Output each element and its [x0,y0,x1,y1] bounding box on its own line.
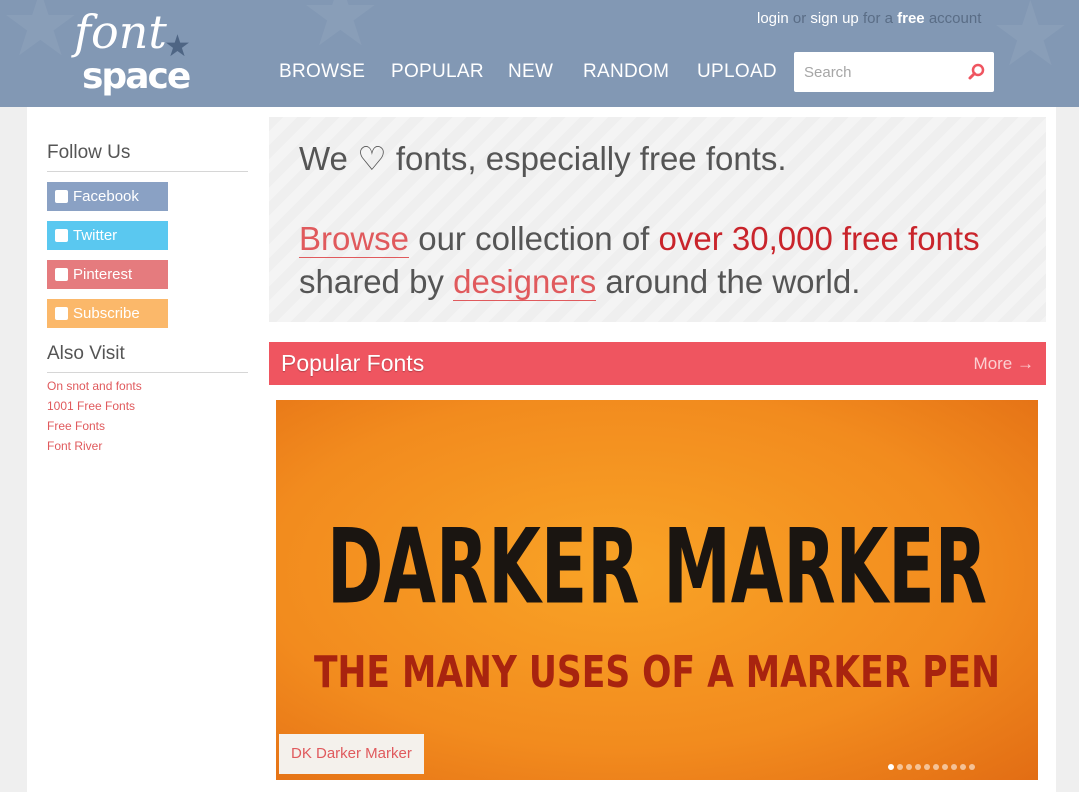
popular-fonts-bar: Popular Fonts More → [269,342,1046,385]
twitter-icon [55,229,68,242]
pinterest-button[interactable]: Pinterest [47,260,168,289]
slide-dot[interactable] [951,764,957,770]
facebook-button[interactable]: Facebook [47,182,168,211]
also-visit-link[interactable]: Free Fonts [47,419,105,433]
hero-tagline-rest: fonts, especially free fonts. [395,140,787,177]
fontspace-logo[interactable]: font ★ space [68,0,218,104]
rss-icon [55,307,68,320]
hero-panel: We ♡ fonts, especially free fonts. Brows… [269,117,1046,322]
font-name-tag[interactable]: DK Darker Marker [279,734,424,774]
slide-dot[interactable] [888,764,894,770]
subscribe-button[interactable]: Subscribe [47,299,168,328]
slide-dot[interactable] [933,764,939,770]
slide-dot[interactable] [924,764,930,770]
slide-dot[interactable] [897,764,903,770]
for-a-text: for a [862,10,893,27]
heart-icon: ♡ [357,140,387,177]
pinterest-label: Pinterest [73,266,133,283]
divider [47,372,248,373]
divider [47,171,248,172]
slide-dot[interactable] [906,764,912,770]
also-visit-heading: Also Visit [47,343,125,364]
subscribe-label: Subscribe [73,305,140,322]
twitter-button[interactable]: Twitter [47,221,168,250]
slide-dot[interactable] [942,764,948,770]
popular-fonts-title: Popular Fonts [281,350,425,376]
hero-text: our collection of [418,220,650,257]
more-link[interactable]: More → [974,354,1034,374]
hero-text: around the world. [605,263,861,300]
banner-subtitle: THE MANY USES OF A MARKER PEN [314,647,1000,698]
free-text: free [897,10,925,27]
browse-link[interactable]: Browse [299,220,410,258]
account-text: account [928,10,982,27]
facebook-label: Facebook [73,188,139,205]
also-visit-link[interactable]: On snot and fonts [47,379,142,393]
search-input[interactable] [794,52,964,92]
hero-text: shared by [299,263,444,300]
twitter-label: Twitter [73,227,118,244]
login-link[interactable]: login [757,10,789,27]
signup-link[interactable]: sign up [810,10,858,27]
slide-dot[interactable] [960,764,966,770]
font-count: over 30,000 free fonts [658,220,980,257]
featured-font-banner[interactable]: DARKER MARKER THE MANY USES OF A MARKER … [276,400,1038,780]
slide-dot[interactable] [969,764,975,770]
nav-random[interactable]: RANDOM [583,61,669,83]
nav-popular[interactable]: POPULAR [391,61,484,83]
star-decoration: ★ [990,0,1071,85]
account-links: login or sign up for a free account [757,10,981,27]
site-header: ★ ★ ★ font ★ space login or sign up for … [0,0,1079,107]
also-visit-link[interactable]: Font River [47,439,102,453]
logo-space-text: space [82,56,190,97]
facebook-icon [55,190,68,203]
designers-link[interactable]: designers [453,263,597,301]
banner-title: DARKER MARKER [327,508,987,628]
search-icon[interactable] [966,62,986,82]
logo-font-text: font [71,5,167,59]
search-box [794,52,994,92]
star-decoration: ★ [300,0,381,65]
or-text: or [792,10,807,27]
pinterest-icon [55,268,68,281]
banner-art: DARKER MARKER THE MANY USES OF A MARKER … [314,508,1000,698]
also-visit-link[interactable]: 1001 Free Fonts [47,399,135,413]
hero-we: We [299,140,348,177]
nav-upload[interactable]: UPLOAD [697,61,777,83]
nav-browse[interactable]: BROWSE [279,61,365,83]
hero-description: Browse our collection of over 30,000 fre… [299,217,1029,303]
slide-dot[interactable] [915,764,921,770]
follow-us-heading: Follow Us [47,142,131,163]
nav-new[interactable]: NEW [508,61,553,83]
hero-tagline: We ♡ fonts, especially free fonts. [299,139,787,178]
